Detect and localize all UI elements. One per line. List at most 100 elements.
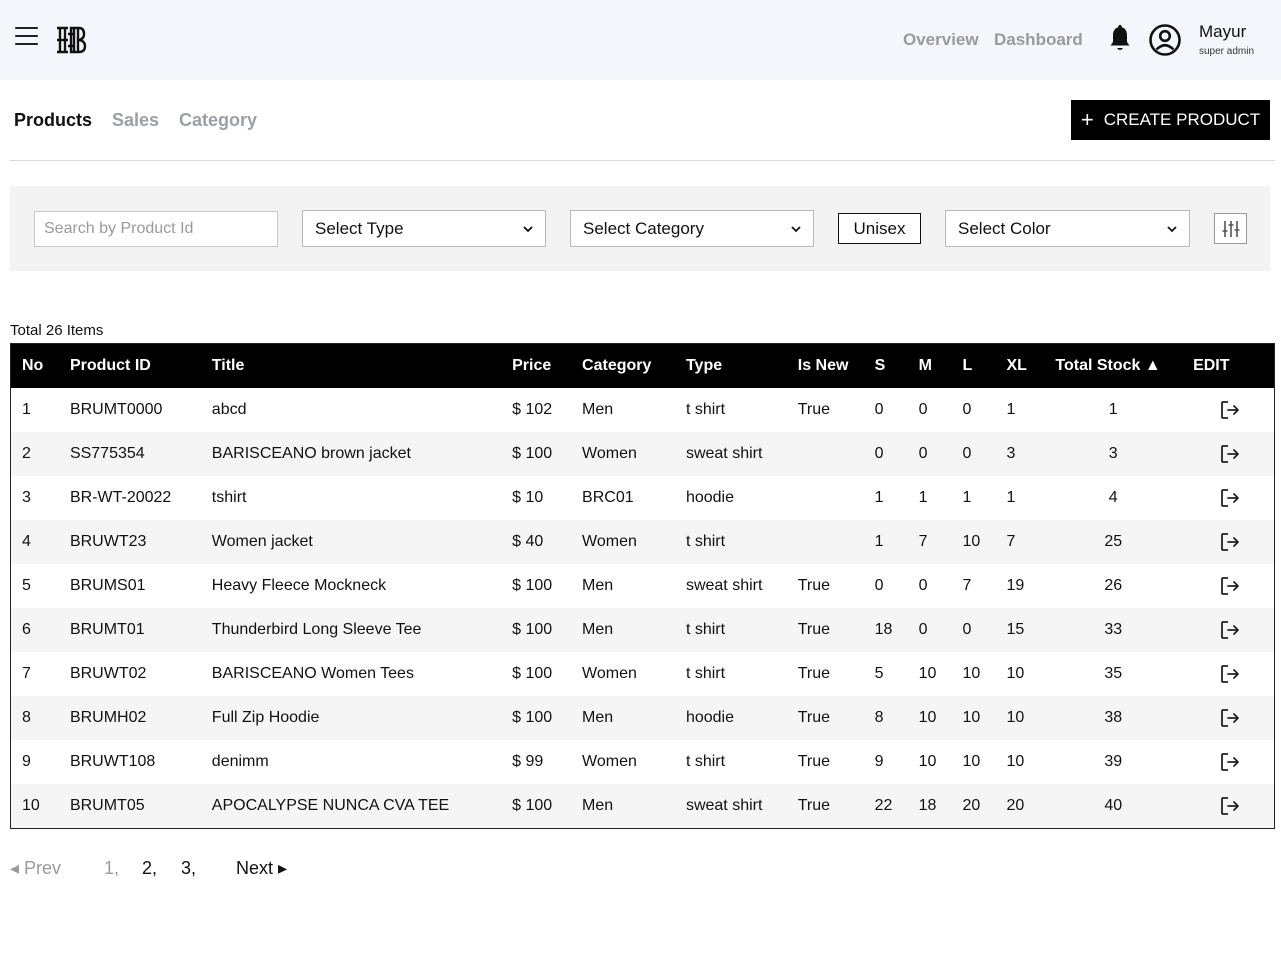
cell-size-l: 0 xyxy=(962,445,972,462)
cell-category: Men xyxy=(582,621,614,638)
user-name: Mayur xyxy=(1199,22,1247,41)
cell-is-new: True xyxy=(797,401,831,418)
cell-size-l: 10 xyxy=(962,709,981,726)
page-3-link[interactable]: 3, xyxy=(181,858,196,879)
select-category-dropdown[interactable]: Select Category xyxy=(570,210,814,247)
column-header-title: Title xyxy=(211,357,245,374)
cell-title: abcd xyxy=(211,401,247,418)
cell-no: 1 xyxy=(22,401,31,418)
column-header-size-m: M xyxy=(918,357,932,374)
cell-edit xyxy=(1185,564,1274,608)
cell-size-l: 10 xyxy=(962,753,981,770)
table-row: 8 BRUMH02 Full Zip Hoodie $ 100 Men hoodie Tru… xyxy=(11,696,1274,740)
cell-size-m: 7 xyxy=(918,533,928,550)
cell-price: $ 99 xyxy=(512,753,544,770)
cell-no: 5 xyxy=(22,577,31,594)
cell-size-xl: 19 xyxy=(1006,577,1025,594)
cell-category: Men xyxy=(582,577,614,594)
user-avatar-icon[interactable] xyxy=(1148,23,1182,57)
chevron-down-icon xyxy=(791,225,801,232)
edit-icon[interactable] xyxy=(1219,707,1241,729)
cell-size-s: 9 xyxy=(874,753,884,770)
table-row: 2 SS775354 BARISCEANO brown jacket $ 100 Wom… xyxy=(11,432,1274,476)
tab-sales[interactable]: Sales xyxy=(112,110,159,131)
cell-category: Women xyxy=(582,445,637,462)
filter-settings-button[interactable] xyxy=(1214,213,1247,244)
table-row: 4 BRUWT23 Women jacket $ 40 Women t shirt 1 7 10… xyxy=(11,520,1274,564)
search-product-id-input[interactable] xyxy=(34,211,278,247)
cell-product-id: BRUMH02 xyxy=(69,709,147,726)
cell-size-xl: 10 xyxy=(1006,665,1025,682)
edit-icon[interactable] xyxy=(1219,575,1241,597)
column-header-size-s: S xyxy=(874,357,886,374)
tab-products[interactable]: Products xyxy=(14,110,92,131)
cell-size-l: 1 xyxy=(962,489,972,506)
edit-icon[interactable] xyxy=(1219,487,1241,509)
cell-category: BRC01 xyxy=(582,489,634,506)
prev-page-button[interactable]: ◂ Prev xyxy=(10,858,61,879)
create-product-button[interactable]: + CREATE PRODUCT xyxy=(1071,100,1270,140)
cell-price: $ 100 xyxy=(512,577,553,594)
cell-total-stock: 4 xyxy=(1108,489,1118,506)
edit-icon[interactable] xyxy=(1219,619,1241,641)
edit-icon[interactable] xyxy=(1219,443,1241,465)
table-row: 3 BR-WT-20022 tshirt $ 10 BRC01 hoodie 1 1 1 1 4 xyxy=(11,476,1274,520)
edit-icon[interactable] xyxy=(1219,399,1241,421)
cell-title: BARISCEANO Women Tees xyxy=(211,665,414,682)
section-divider xyxy=(10,160,1275,161)
cell-edit xyxy=(1185,608,1274,652)
cell-title: Full Zip Hoodie xyxy=(211,709,320,726)
cell-size-s: 5 xyxy=(874,665,884,682)
edit-icon[interactable] xyxy=(1219,531,1241,553)
cell-size-xl: 1 xyxy=(1006,401,1016,418)
plus-icon: + xyxy=(1080,107,1094,132)
cell-edit xyxy=(1185,476,1274,520)
cell-size-l: 10 xyxy=(962,533,981,550)
nav-dashboard[interactable]: Dashboard xyxy=(994,30,1083,50)
next-page-button[interactable]: Next ▸ xyxy=(236,858,287,879)
cell-product-id: BRUMT05 xyxy=(69,797,145,814)
page-2-link[interactable]: 2, xyxy=(142,858,157,879)
cell-size-m: 0 xyxy=(918,577,928,594)
bell-icon[interactable] xyxy=(1108,24,1132,54)
cell-size-s: 0 xyxy=(874,401,884,418)
cell-price: $ 100 xyxy=(512,445,553,462)
cell-category: Women xyxy=(582,753,637,770)
cell-category: Men xyxy=(582,797,614,814)
create-product-label: CREATE PRODUCT xyxy=(1103,110,1261,129)
cell-size-m: 0 xyxy=(918,401,928,418)
select-type-dropdown[interactable]: Select Type xyxy=(302,210,546,247)
table-row: 9 BRUWT108 denimm $ 99 Women t shirt True 9 10 10… xyxy=(11,740,1274,784)
cell-size-xl: 1 xyxy=(1006,489,1016,506)
edit-icon[interactable] xyxy=(1219,795,1241,817)
edit-icon[interactable] xyxy=(1219,751,1241,773)
cell-size-xl: 15 xyxy=(1006,621,1025,638)
unisex-toggle-button[interactable]: Unisex xyxy=(838,213,921,244)
cell-type: t shirt xyxy=(685,753,726,770)
column-header-total-stock[interactable]: Total Stock ▲ xyxy=(1041,344,1185,388)
total-items-label: Total 26 Items xyxy=(10,322,104,339)
page-1-link[interactable]: 1, xyxy=(104,858,119,879)
cell-size-xl: 20 xyxy=(1006,797,1025,814)
cell-no: 6 xyxy=(22,621,31,638)
table-row: 6 BRUMT01 Thunderbird Long Sleeve Tee $ 100… xyxy=(11,608,1274,652)
select-color-dropdown[interactable]: Select Color xyxy=(945,210,1190,247)
cell-size-l: 20 xyxy=(962,797,981,814)
cell-is-new: True xyxy=(797,665,831,682)
cell-title: APOCALYPSE NUNCA CVA TEE xyxy=(211,797,450,814)
cell-size-l: 0 xyxy=(962,621,972,638)
brand-logo-icon xyxy=(57,26,87,54)
menu-icon[interactable] xyxy=(15,27,38,45)
chevron-down-icon xyxy=(523,225,533,232)
table-row: 1 BRUMT0000 abcd $ 102 Men t shirt True 0 0 0 1 1 xyxy=(11,388,1274,432)
cell-size-s: 1 xyxy=(874,533,884,550)
unisex-label: Unisex xyxy=(853,218,906,238)
cell-size-s: 0 xyxy=(874,445,884,462)
cell-edit xyxy=(1185,432,1274,476)
column-header-type: Type xyxy=(685,357,723,374)
tab-category[interactable]: Category xyxy=(179,110,257,131)
user-role: super admin xyxy=(1199,46,1255,57)
cell-is-new: True xyxy=(797,577,831,594)
edit-icon[interactable] xyxy=(1219,663,1241,685)
nav-overview[interactable]: Overview xyxy=(903,30,979,50)
